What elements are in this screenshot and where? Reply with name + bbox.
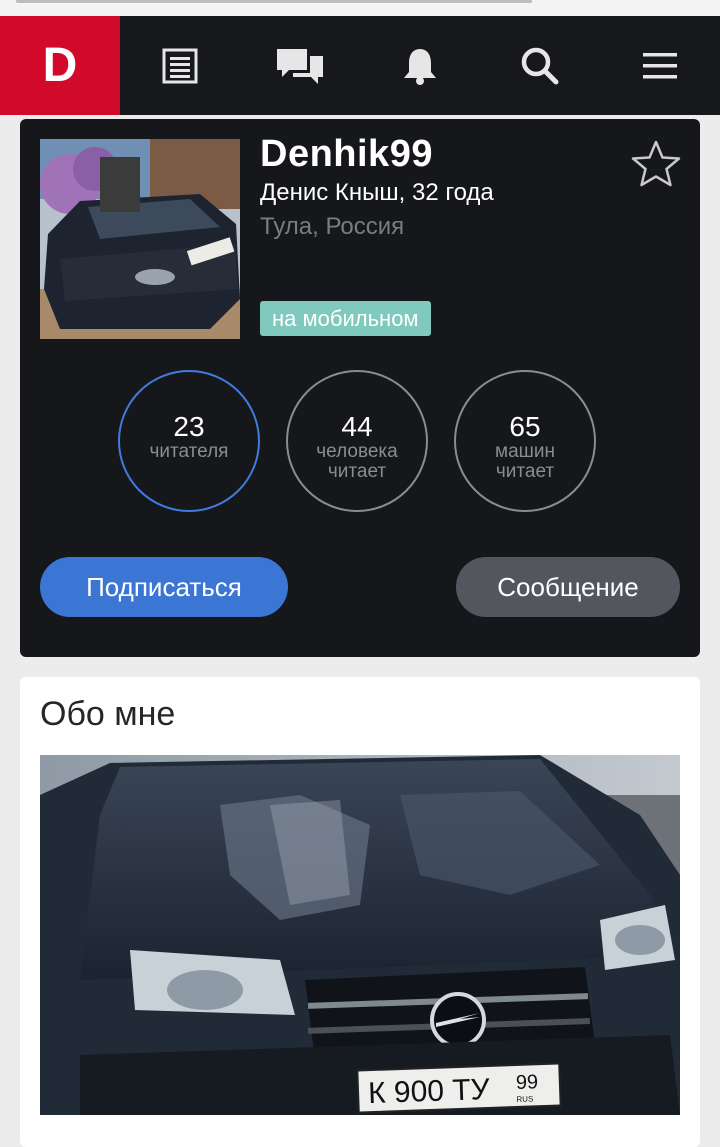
plate-region: 99 [515,1071,538,1094]
username: Denhik99 [260,133,433,175]
following-cars-stat[interactable]: 65 машин читает [454,370,596,512]
search-icon[interactable] [480,16,600,115]
followers-stat[interactable]: 23 читателя [118,370,260,512]
following-people-count: 44 [341,411,373,442]
plate-country: RUS [516,1094,533,1104]
about-car-photo[interactable]: К 900 ТУ 99 RUS [40,755,680,1115]
following-people-stat[interactable]: 44 человека читает [286,370,428,512]
avatar[interactable] [40,139,240,339]
notifications-icon[interactable] [360,16,480,115]
followers-label: читателя [149,441,229,462]
subscribe-button[interactable]: Подписаться [40,557,288,617]
about-title: Обо мне [40,695,176,733]
top-navbar: D [0,16,720,115]
feed-icon[interactable] [120,16,240,115]
drive2-logo[interactable]: D [0,16,120,115]
following-cars-label: машин читает [495,441,555,482]
mobile-status-badge: на мобильном [260,301,431,336]
about-card: Обо мне К 900 ТУ 99 RUS [20,677,700,1147]
browser-top-strip [0,0,720,16]
profile-card: Denhik99 Денис Кныш, 32 года Тула, Росси… [20,119,700,657]
menu-icon[interactable] [600,16,720,115]
real-name-age: Денис Кныш, 32 года [260,179,494,206]
favorite-star-icon[interactable] [630,139,682,194]
followers-count: 23 [173,411,205,442]
location: Тула, Россия [260,213,405,240]
following-cars-count: 65 [509,411,541,442]
messages-icon[interactable] [240,16,360,115]
following-people-label: человека читает [316,441,398,482]
browser-progress-bar [16,0,532,3]
message-button[interactable]: Сообщение [456,557,680,617]
plate-number: К 900 ТУ [368,1073,492,1110]
